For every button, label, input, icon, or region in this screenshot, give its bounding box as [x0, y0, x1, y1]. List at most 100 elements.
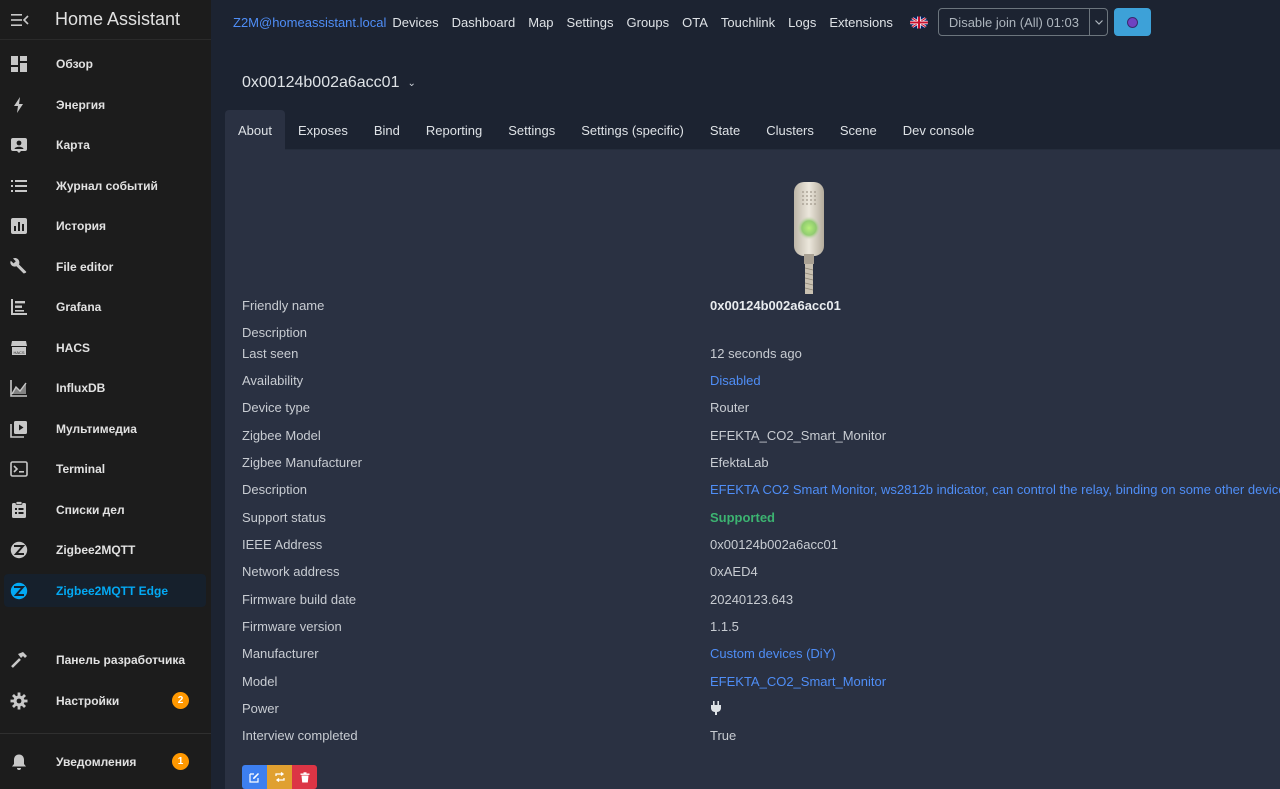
sidebar-item-label: Уведомления — [56, 754, 137, 769]
detail-value: 0x00124b002a6acc01 — [710, 537, 838, 552]
device-title-dropdown[interactable]: 0x00124b002a6acc01 ⌄ — [242, 74, 416, 92]
sidebar-item-label: HACS — [56, 340, 91, 355]
chart-areaspline-icon — [4, 371, 34, 404]
count-badge: 1 — [172, 753, 189, 770]
nav-dashboard[interactable]: Dashboard — [452, 15, 516, 30]
count-badge: 2 — [172, 692, 189, 709]
sidebar-item-карта[interactable]: Карта — [4, 128, 206, 161]
detail-label: Support status — [242, 510, 326, 525]
detail-value: 0xAED4 — [710, 564, 758, 579]
svg-text:HACS: HACS — [13, 350, 24, 355]
detail-row: Firmware build date 20240123.643 — [242, 592, 1280, 612]
detail-row: Zigbee Model EFEKTA_CO2_Smart_Monitor — [242, 428, 1280, 448]
rename-button[interactable] — [242, 765, 267, 789]
detail-value[interactable]: EFEKTA CO2 Smart Monitor, ws2812b indica… — [710, 482, 1280, 497]
permit-join-group: Disable join (All) 01:03 — [937, 8, 1108, 36]
sidebar-item-label: Энергия — [56, 97, 106, 112]
tab-state[interactable]: State — [697, 110, 753, 150]
detail-row: Description EFEKTA CO2 Smart Monitor, ws2… — [242, 482, 1280, 502]
sidebar-item-influxdb[interactable]: InfluxDB — [4, 371, 206, 404]
detail-value[interactable]: EFEKTA_CO2_Smart_Monitor — [710, 674, 886, 689]
app-title: Home Assistant — [55, 9, 181, 29]
tab-clusters[interactable]: Clusters — [753, 110, 827, 150]
delete-button[interactable] — [292, 765, 317, 789]
sidebar-item-terminal[interactable]: Terminal — [4, 452, 206, 485]
detail-label: Manufacturer — [242, 646, 319, 661]
detail-value[interactable]: Custom devices (DiY) — [710, 646, 836, 661]
sidebar-item-grafana[interactable]: Grafana — [4, 290, 206, 323]
nav-groups[interactable]: Groups — [627, 15, 670, 30]
nav-logs[interactable]: Logs — [788, 15, 816, 30]
detail-row: Model EFEKTA_CO2_Smart_Monitor — [242, 674, 1280, 694]
sidebar-item-zigbee2mqtt-edge[interactable]: Zigbee2MQTT Edge — [4, 574, 206, 607]
sidebar-item-обзор[interactable]: Обзор — [4, 47, 206, 80]
tab-bind[interactable]: Bind — [361, 110, 413, 150]
device-actions — [242, 765, 317, 789]
brand-link[interactable]: Z2M@homeassistant.local — [233, 15, 386, 30]
detail-row: Support status Supported — [242, 510, 1280, 530]
play-box-multiple-icon — [4, 412, 34, 445]
tab-about[interactable]: About — [225, 110, 285, 150]
tab-exposes[interactable]: Exposes — [285, 110, 361, 150]
nav-settings[interactable]: Settings — [567, 15, 614, 30]
sidebar-item-settings[interactable]: Настройки 2 — [4, 684, 206, 717]
sidebar-item-энергия[interactable]: Энергия — [4, 88, 206, 121]
detail-row: Network address 0xAED4 — [242, 564, 1280, 584]
detail-row: Zigbee Manufacturer EfektaLab — [242, 455, 1280, 475]
detail-label: Model — [242, 674, 278, 689]
nav-ota[interactable]: OTA — [682, 15, 708, 30]
detail-value: EfektaLab — [710, 455, 769, 470]
sidebar-item-label: Обзор — [56, 56, 93, 71]
detail-row: Description — [242, 325, 1280, 345]
disable-join-button[interactable]: Disable join (All) 01:03 — [937, 8, 1090, 36]
detail-value[interactable]: Disabled — [710, 373, 761, 388]
sidebar-item-история[interactable]: История — [4, 209, 206, 242]
main-content: Z2M@homeassistant.local Devices Dashboar… — [211, 0, 1280, 789]
tab-settings-specific[interactable]: Settings (specific) — [568, 110, 697, 150]
tab-settings[interactable]: Settings — [495, 110, 568, 150]
sidebar-item-label: Мультимедиа — [56, 421, 137, 436]
detail-label: Description — [242, 482, 308, 497]
sidebar-item-списки-дел[interactable]: Списки дел — [4, 493, 206, 526]
detail-value: EFEKTA_CO2_Smart_Monitor — [710, 428, 887, 443]
menu-collapse-icon[interactable] — [0, 0, 40, 40]
tab-dev-console[interactable]: Dev console — [890, 110, 988, 150]
edit-icon — [249, 772, 259, 783]
nav-devices[interactable]: Devices — [392, 15, 438, 30]
nav-map[interactable]: Map — [528, 15, 553, 30]
detail-value: 12 seconds ago — [710, 346, 802, 361]
sidebar-item-developer-tools[interactable]: Панель разработчика — [4, 643, 206, 676]
sidebar-item-label: Панель разработчика — [56, 652, 186, 667]
sidebar-item-file-editor[interactable]: File editor — [4, 250, 206, 283]
sidebar-item-notifications[interactable]: Уведомления 1 — [4, 745, 206, 778]
uk-flag-icon[interactable] — [909, 15, 928, 29]
theme-toggle-button[interactable] — [1114, 8, 1151, 36]
reconfigure-icon — [274, 772, 285, 782]
detail-label: Zigbee Model — [242, 428, 321, 443]
chart-timeline-icon — [4, 290, 34, 323]
detail-label: Firmware build date — [242, 592, 357, 607]
sidebar-item-label: InfluxDB — [56, 380, 106, 395]
tab-scene[interactable]: Scene — [827, 110, 890, 150]
circle-icon — [1127, 16, 1138, 28]
list-icon — [4, 169, 34, 202]
sidebar-item-label: File editor — [56, 259, 114, 274]
sidebar-item-hacs[interactable]: HACS HACS — [4, 331, 206, 364]
sidebar-item-мультимедиа[interactable]: Мультимедиа — [4, 412, 206, 445]
tab-reporting[interactable]: Reporting — [413, 110, 495, 150]
detail-label: Device type — [242, 400, 310, 415]
detail-value: 20240123.643 — [710, 592, 794, 607]
detail-label: Zigbee Manufacturer — [242, 455, 362, 470]
hacs-store-icon: HACS — [4, 331, 34, 364]
detail-label: Firmware version — [242, 619, 342, 634]
sidebar-item-label: Grafana — [56, 299, 102, 314]
sidebar-item-zigbee2mqtt[interactable]: Zigbee2MQTT — [4, 533, 206, 566]
device-image — [790, 180, 830, 295]
join-dropdown-button[interactable] — [1090, 8, 1108, 36]
nav-touchlink[interactable]: Touchlink — [721, 15, 775, 30]
sidebar-item-журнал-событий[interactable]: Журнал событий — [4, 169, 206, 202]
nav-extensions[interactable]: Extensions — [829, 15, 893, 30]
detail-row: Manufacturer Custom devices (DiY) — [242, 646, 1280, 666]
detail-label: Description — [242, 325, 308, 340]
reconfigure-button[interactable] — [267, 765, 292, 789]
